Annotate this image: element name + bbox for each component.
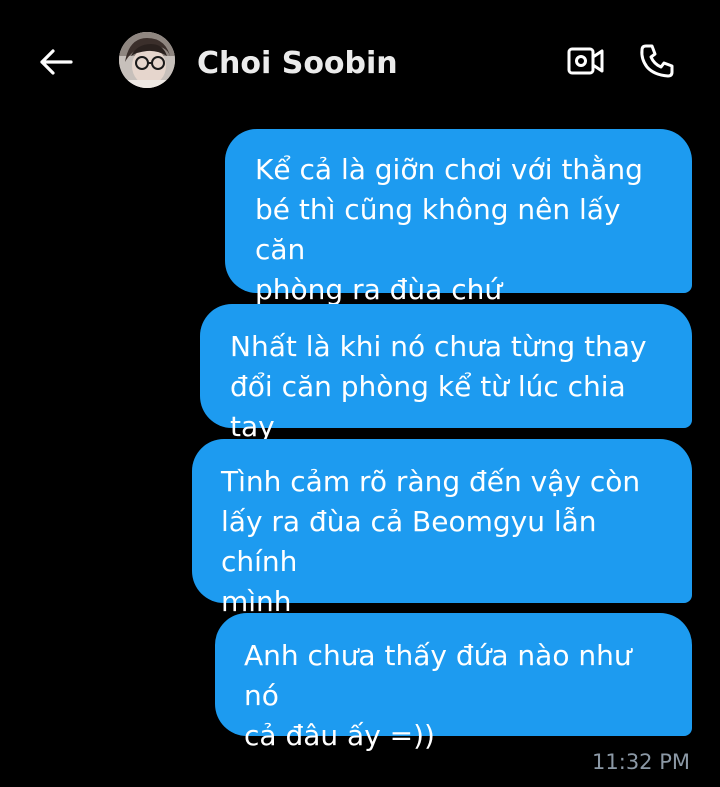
- message-text: Tình cảm rõ ràng đến vậy còn lấy ra đùa …: [221, 465, 641, 618]
- avatar[interactable]: [119, 32, 175, 88]
- phone-icon: [640, 44, 674, 78]
- chat-header: Choi Soobin: [0, 0, 720, 118]
- message-text: Nhất là khi nó chưa từng thay đổi căn ph…: [230, 330, 647, 443]
- video-call-button[interactable]: [563, 40, 609, 82]
- message-bubble[interactable]: Anh chưa thấy đứa nào như nó cả đâu ấy =…: [215, 613, 692, 752]
- message-timestamp: 11:32 PM: [592, 750, 690, 774]
- contact-name[interactable]: Choi Soobin: [197, 44, 398, 84]
- voice-call-button[interactable]: [634, 40, 680, 82]
- message-bubble[interactable]: Kể cả là giỡn chơi với thằng bé thì cũng…: [225, 129, 692, 306]
- message-bubble[interactable]: Tình cảm rõ ràng đến vậy còn lấy ra đùa …: [192, 439, 692, 618]
- avatar-image: [119, 32, 175, 88]
- back-button[interactable]: [36, 42, 76, 82]
- message-text: Kể cả là giỡn chơi với thằng bé thì cũng…: [255, 153, 643, 306]
- message-bubble[interactable]: Nhất là khi nó chưa từng thay đổi căn ph…: [200, 304, 692, 443]
- arrow-left-icon: [40, 49, 73, 75]
- video-camera-icon: [567, 47, 604, 75]
- message-text: Anh chưa thấy đứa nào như nó cả đâu ấy =…: [244, 639, 632, 752]
